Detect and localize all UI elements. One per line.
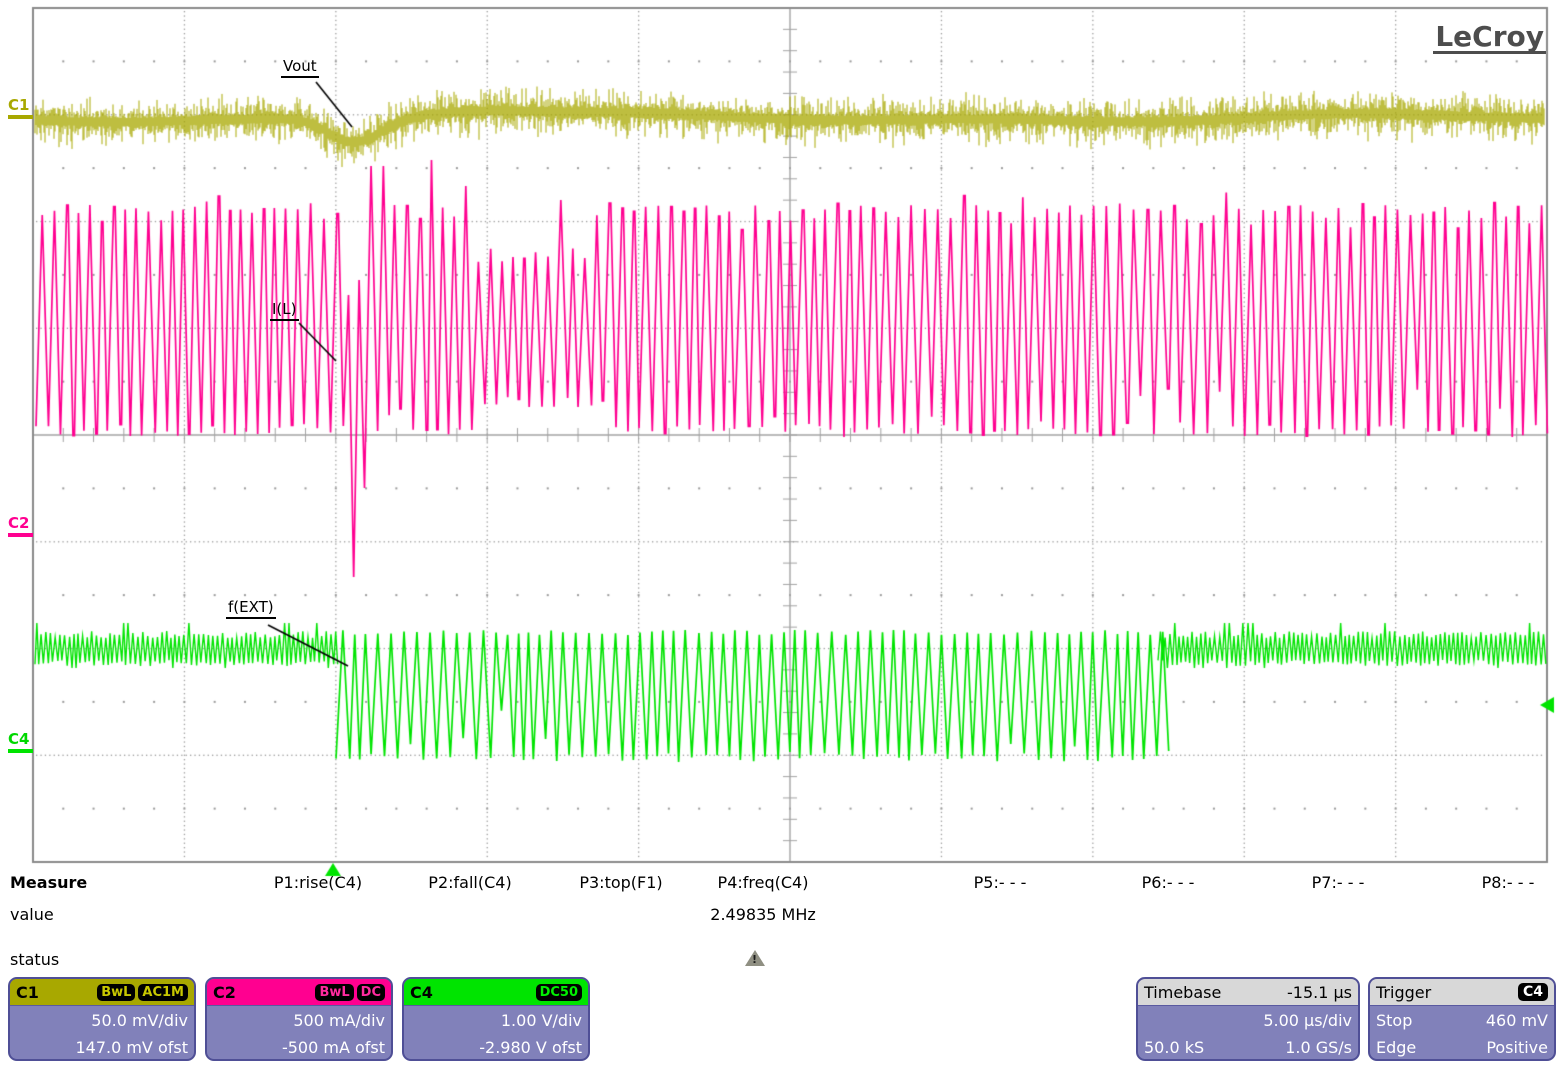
- c1-offset: 147.0 mV ofst: [16, 1034, 188, 1061]
- c4-coupling-badge: DC50: [536, 984, 582, 1001]
- c4-box-header: C4 DC50: [404, 979, 588, 1006]
- measure-p2[interactable]: P2:fall(C4): [428, 873, 511, 892]
- c2-bwl-badge: BwL: [315, 984, 353, 1001]
- trigger-slope: Positive: [1486, 1034, 1548, 1061]
- trigger-level: 460 mV: [1486, 1007, 1548, 1034]
- annotation-il-label: I(L): [270, 300, 299, 321]
- trigger-type: Edge: [1376, 1034, 1416, 1061]
- c2-descriptor-box[interactable]: C2 BwL DC 500 mA/div -500 mA ofst: [205, 977, 393, 1061]
- measure-p8[interactable]: P8:- - -: [1482, 873, 1535, 892]
- timebase-rate: 1.0 GS/s: [1285, 1034, 1352, 1061]
- c4-offset: -2.980 V ofst: [410, 1034, 582, 1061]
- value-row-label: value: [10, 905, 54, 924]
- c1-position-indicator[interactable]: C1: [8, 96, 34, 119]
- c4-indicator-label: C4: [8, 730, 29, 748]
- annotation-fext-label: f(EXT): [226, 598, 276, 619]
- c1-scale: 50.0 mV/div: [16, 1007, 188, 1034]
- c4-scale: 1.00 V/div: [410, 1007, 582, 1034]
- status-row-label: status: [10, 950, 59, 969]
- c1-descriptor-box[interactable]: C1 BwL AC1M 50.0 mV/div 147.0 mV ofst: [8, 977, 196, 1061]
- c1-indicator-label: C1: [8, 96, 29, 114]
- c2-box-header: C2 BwL DC: [207, 979, 391, 1006]
- timebase-box-header: Timebase -15.1 µs: [1138, 979, 1358, 1006]
- c2-position-indicator[interactable]: C2: [8, 514, 34, 537]
- c1-box-header: C1 BwL AC1M: [10, 979, 194, 1006]
- c1-zero-level-bar: [8, 115, 33, 119]
- c2-coupling-badge: DC: [357, 984, 385, 1001]
- measure-p1[interactable]: P1:rise(C4): [274, 873, 362, 892]
- c4-descriptor-box[interactable]: C4 DC50 1.00 V/div -2.980 V ofst: [402, 977, 590, 1061]
- c2-name: C2: [213, 983, 236, 1002]
- waveform-canvas[interactable]: [0, 0, 1562, 890]
- timebase-delay: -15.1 µs: [1287, 983, 1352, 1002]
- c4-name: C4: [410, 983, 433, 1002]
- measure-title: Measure: [10, 873, 87, 892]
- c1-coupling-badge: AC1M: [138, 984, 188, 1001]
- c4-position-indicator[interactable]: C4: [8, 730, 34, 753]
- annotation-vout-label: Vout: [281, 57, 319, 78]
- warning-icon: [745, 950, 765, 966]
- timebase-title: Timebase: [1144, 983, 1221, 1002]
- trigger-mode: Stop: [1376, 1007, 1412, 1034]
- measure-p4-value: 2.49835 MHz: [710, 905, 815, 924]
- trigger-title: Trigger: [1376, 983, 1431, 1002]
- measure-p3[interactable]: P3:top(F1): [579, 873, 662, 892]
- c2-zero-level-bar: [8, 533, 33, 537]
- timebase-samples: 50.0 kS: [1144, 1034, 1204, 1061]
- c2-offset: -500 mA ofst: [213, 1034, 385, 1061]
- oscilloscope-screen: LeCroy Vout I(L) f(EXT) C1 C2 C4 Measure…: [0, 0, 1562, 1068]
- lecroy-logo: LeCroy: [1433, 22, 1546, 54]
- timebase-box[interactable]: Timebase -15.1 µs 5.00 µs/div 50.0 kS 1.…: [1136, 977, 1360, 1061]
- measure-table: Measure P1:rise(C4) P2:fall(C4) P3:top(F…: [0, 868, 1562, 974]
- measure-p4[interactable]: P4:freq(C4): [718, 873, 809, 892]
- c4-zero-level-bar: [8, 749, 33, 753]
- c1-bwl-badge: BwL: [97, 984, 135, 1001]
- trigger-box-header: Trigger C4: [1370, 979, 1554, 1006]
- measure-p7[interactable]: P7:- - -: [1312, 873, 1365, 892]
- trigger-box[interactable]: Trigger C4 Stop 460 mV Edge Positive: [1368, 977, 1556, 1061]
- c1-name: C1: [16, 983, 39, 1002]
- c2-indicator-label: C2: [8, 514, 29, 532]
- c2-scale: 500 mA/div: [213, 1007, 385, 1034]
- measure-p5[interactable]: P5:- - -: [974, 873, 1027, 892]
- timebase-scale: 5.00 µs/div: [1144, 1007, 1352, 1034]
- trigger-source-badge: C4: [1518, 983, 1548, 1001]
- measure-p6[interactable]: P6:- - -: [1142, 873, 1195, 892]
